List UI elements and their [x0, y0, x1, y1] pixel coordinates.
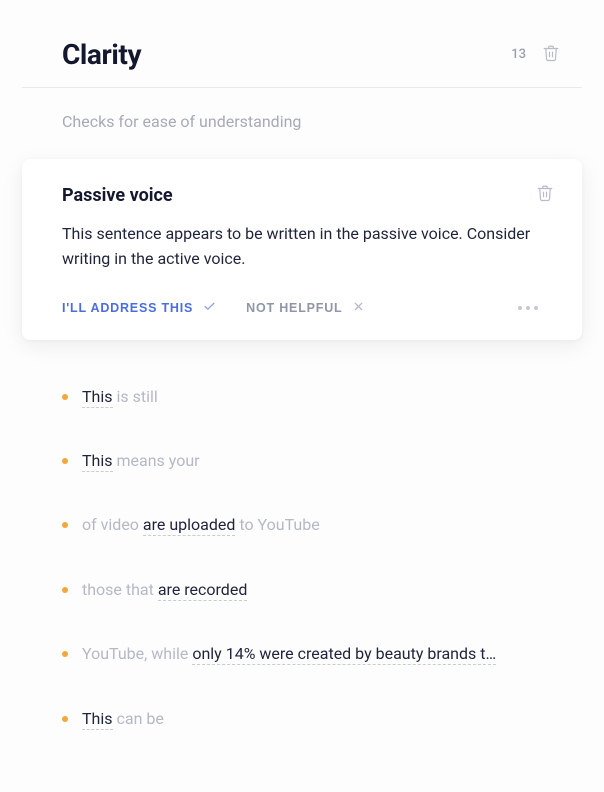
page-title: Clarity	[62, 38, 141, 71]
list-item[interactable]: of video are uploaded to YouTube	[62, 514, 542, 536]
bullet-icon	[62, 587, 68, 593]
list-item-text: YouTube, while only 14% were created by …	[82, 643, 496, 665]
bullet-icon	[62, 394, 68, 400]
list-item-text: those that are recorded	[82, 579, 247, 601]
delete-all-button[interactable]	[540, 41, 562, 68]
list-item[interactable]: those that are recorded	[62, 579, 542, 601]
list-item-text: This is still	[82, 386, 158, 408]
header-right: 13	[511, 41, 562, 68]
header: Clarity 13	[22, 30, 582, 88]
context-span: to YouTube	[235, 515, 319, 534]
dot-icon	[526, 306, 530, 310]
list-item-text: This means your	[82, 450, 200, 472]
context-span: YouTube, while	[82, 644, 192, 663]
more-options-button[interactable]	[514, 302, 542, 314]
highlight-span: only 14% were created by beauty brands t…	[192, 644, 496, 665]
bullet-icon	[62, 522, 68, 528]
highlight-span: are uploaded	[143, 515, 235, 536]
context-span: can be	[113, 709, 164, 728]
not-helpful-button[interactable]: NOT HELPFUL	[246, 300, 365, 316]
trash-icon	[542, 43, 560, 66]
list-item-text: of video are uploaded to YouTube	[82, 514, 320, 536]
close-icon	[352, 300, 365, 316]
context-span: is still	[113, 387, 158, 406]
check-icon	[203, 300, 216, 316]
bullet-icon	[62, 651, 68, 657]
emphasis-span: This	[82, 451, 113, 472]
context-span: those that	[82, 580, 158, 599]
dot-icon	[534, 306, 538, 310]
list-item-text: This can be	[82, 708, 164, 730]
address-button[interactable]: I'LL ADDRESS THIS	[62, 300, 216, 316]
dot-icon	[518, 306, 522, 310]
highlight-span: are recorded	[158, 580, 248, 601]
list-item[interactable]: This is still	[62, 386, 542, 408]
emphasis-span: This	[82, 709, 113, 730]
address-label: I'LL ADDRESS THIS	[62, 301, 193, 315]
not-helpful-label: NOT HELPFUL	[246, 301, 342, 315]
dismiss-card-button[interactable]	[534, 181, 556, 208]
card-title: Passive voice	[62, 185, 542, 206]
context-span: of video	[82, 515, 143, 534]
card-actions: I'LL ADDRESS THIS NOT HELPFUL	[62, 300, 542, 316]
bullet-icon	[62, 458, 68, 464]
list-item[interactable]: YouTube, while only 14% were created by …	[62, 643, 542, 665]
trash-icon	[536, 183, 554, 206]
context-span: means your	[113, 451, 200, 470]
issue-list: This is stillThis means yourof video are…	[22, 386, 582, 730]
issue-count: 13	[511, 47, 526, 62]
issue-card: Passive voice This sentence appears to b…	[22, 159, 582, 340]
card-body: This sentence appears to be written in t…	[62, 222, 542, 272]
subtitle: Checks for ease of understanding	[22, 88, 582, 159]
emphasis-span: This	[82, 387, 113, 408]
list-item[interactable]: This means your	[62, 450, 542, 472]
list-item[interactable]: This can be	[62, 708, 542, 730]
bullet-icon	[62, 716, 68, 722]
